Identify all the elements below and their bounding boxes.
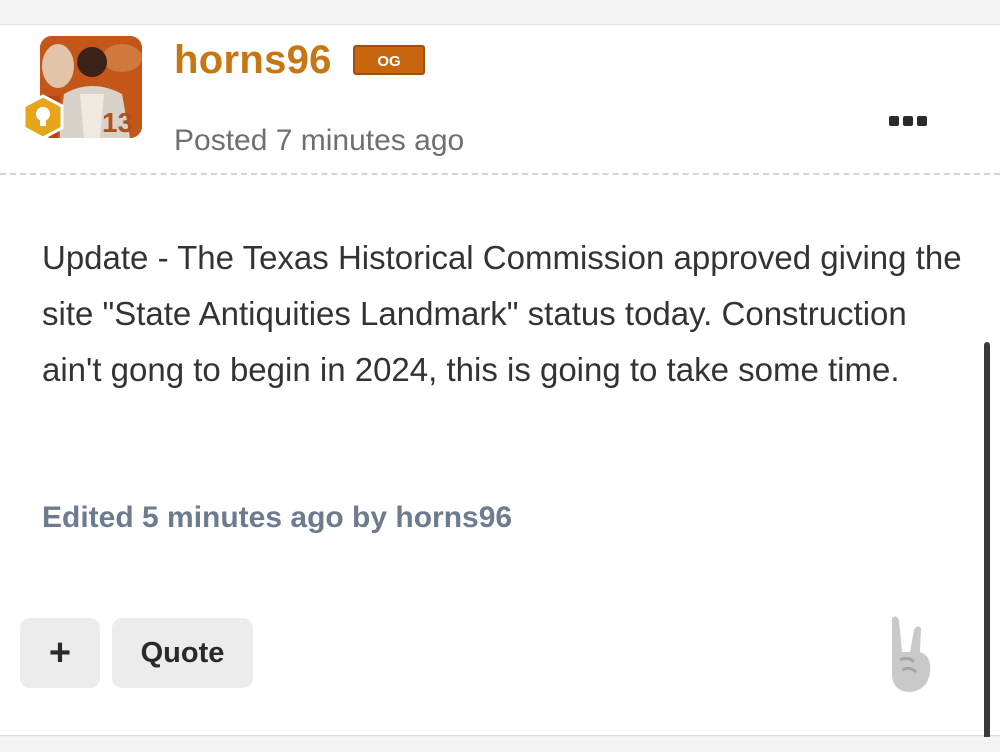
post-body: Update - The Texas Historical Commission…: [42, 239, 962, 388]
header-divider: [0, 173, 1000, 175]
more-options-icon[interactable]: [880, 106, 936, 136]
hook-em-horns-icon[interactable]: [880, 612, 942, 694]
post-timestamp[interactable]: Posted 7 minutes ago: [174, 122, 464, 160]
author-badge: OG: [353, 45, 425, 75]
quote-button[interactable]: Quote: [112, 618, 253, 688]
edited-note: Edited 5 minutes ago by horns96: [42, 501, 513, 534]
top-strip: [0, 0, 1000, 24]
bottom-strip: [0, 737, 1000, 752]
scrollbar[interactable]: [984, 342, 990, 752]
add-reaction-button[interactable]: +: [20, 618, 100, 688]
rank-badge: [20, 94, 66, 140]
lightbulb-rank-icon: [22, 94, 64, 140]
author-name[interactable]: horns96: [174, 36, 332, 84]
avatar-jersey-number: 13: [102, 107, 133, 138]
